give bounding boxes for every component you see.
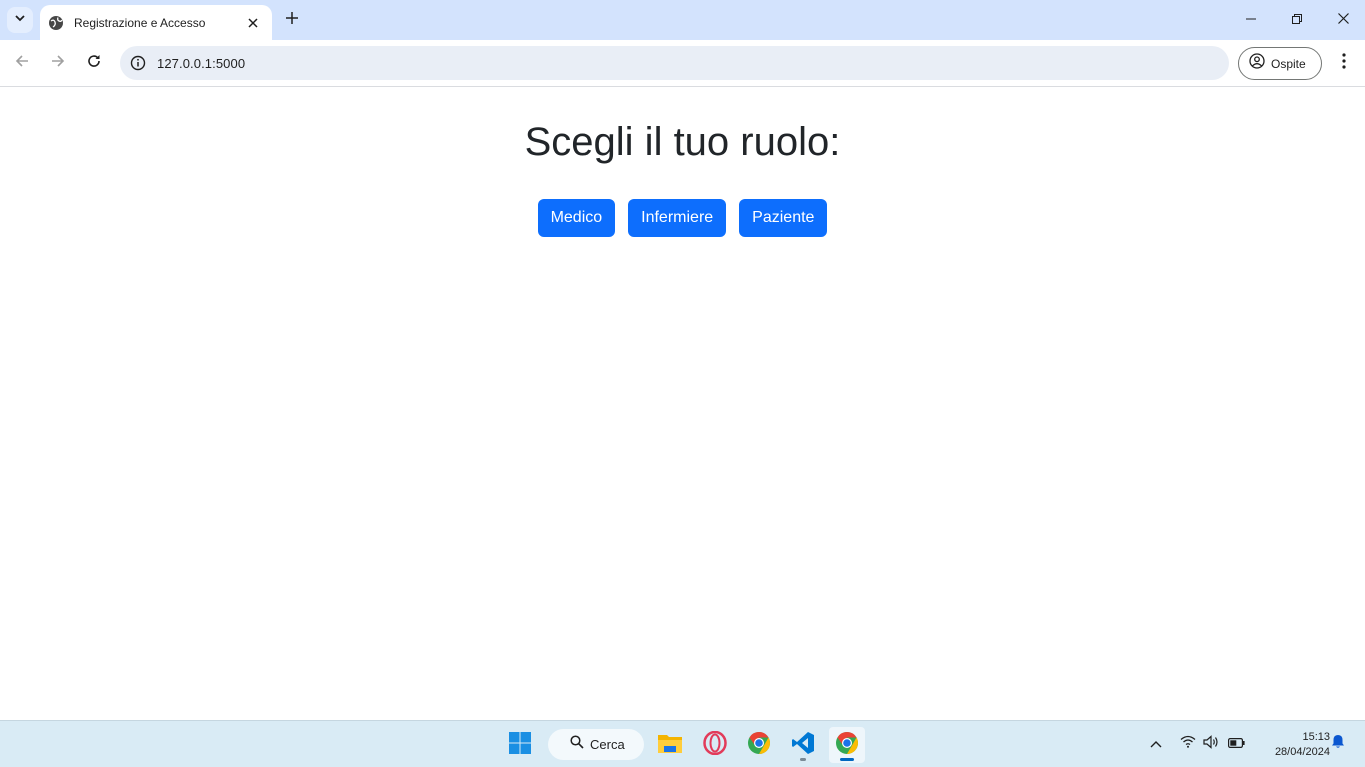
- profile-label: Ospite: [1271, 56, 1306, 71]
- search-icon: [570, 735, 584, 754]
- battery-icon: [1227, 735, 1245, 753]
- role-button-group: Medico Infermiere Paziente: [0, 199, 1365, 237]
- forward-arrow-icon: [51, 54, 65, 73]
- clock[interactable]: 15:13 28/04/2024: [1252, 730, 1330, 760]
- active-indicator: [840, 758, 854, 761]
- page-content: Scegli il tuo ruolo: Medico Infermiere P…: [0, 88, 1365, 720]
- start-button[interactable]: [502, 727, 538, 763]
- forward-button[interactable]: [45, 50, 71, 76]
- show-hidden-icons-button[interactable]: [1146, 734, 1166, 754]
- chrome-icon: [835, 731, 859, 760]
- tab-strip: Registrazione e Accesso: [0, 0, 1365, 40]
- new-tab-button[interactable]: [282, 10, 302, 30]
- wifi-button[interactable]: [1178, 734, 1198, 754]
- volume-button[interactable]: [1201, 734, 1221, 754]
- reload-button[interactable]: [81, 50, 107, 76]
- search-label: Cerca: [590, 737, 625, 752]
- close-tab-icon[interactable]: [244, 14, 262, 32]
- medico-button[interactable]: Medico: [537, 199, 616, 237]
- address-bar[interactable]: 127.0.0.1:5000: [120, 46, 1229, 80]
- reload-icon: [87, 54, 101, 73]
- globe-icon: [48, 15, 64, 31]
- page-title: Scegli il tuo ruolo:: [524, 120, 841, 164]
- windows-logo-icon: [508, 731, 532, 760]
- vscode-icon: [791, 731, 815, 760]
- infermiere-button[interactable]: Infermiere: [628, 199, 727, 237]
- running-indicator: [800, 758, 806, 761]
- browser-menu-button[interactable]: [1332, 51, 1356, 75]
- active-tab[interactable]: Registrazione e Accesso: [40, 5, 272, 40]
- site-info-icon[interactable]: [128, 53, 148, 73]
- wifi-icon: [1180, 735, 1196, 753]
- folder-icon: [657, 732, 683, 759]
- tab-search-button[interactable]: [7, 7, 33, 33]
- back-arrow-icon: [15, 54, 29, 73]
- url-text: 127.0.0.1:5000: [157, 55, 246, 71]
- bell-icon: [1331, 734, 1345, 754]
- more-vertical-icon: [1342, 52, 1346, 74]
- opera-button[interactable]: [697, 727, 733, 763]
- battery-button[interactable]: [1226, 734, 1246, 754]
- chrome-icon: [747, 731, 771, 760]
- clock-time: 15:13: [1302, 731, 1330, 743]
- clock-date: 28/04/2024: [1274, 746, 1330, 758]
- chrome-active-button[interactable]: [829, 727, 865, 763]
- plus-icon: [286, 11, 298, 29]
- chevron-down-icon: [14, 11, 26, 29]
- profile-icon: [1249, 53, 1265, 74]
- vscode-button[interactable]: [785, 727, 821, 763]
- chrome-button[interactable]: [741, 727, 777, 763]
- restore-button[interactable]: [1285, 8, 1309, 32]
- profile-button[interactable]: Ospite: [1238, 47, 1322, 80]
- back-button[interactable]: [9, 50, 35, 76]
- taskbar-search[interactable]: Cerca: [548, 729, 644, 760]
- notifications-button[interactable]: [1328, 734, 1348, 754]
- chevron-up-icon: [1150, 735, 1162, 753]
- restore-icon: [1292, 11, 1302, 29]
- browser-toolbar: 127.0.0.1:5000 Ospite: [0, 40, 1365, 87]
- close-icon: [1337, 11, 1349, 29]
- opera-icon: [703, 730, 727, 760]
- paziente-button[interactable]: Paziente: [739, 199, 828, 237]
- tab-title: Registrazione e Accesso: [74, 15, 206, 30]
- minimize-icon: [1246, 11, 1256, 29]
- close-window-button[interactable]: [1331, 8, 1355, 32]
- taskbar: Cerca 15:13 28/04/2024: [0, 720, 1365, 767]
- speaker-icon: [1202, 734, 1220, 754]
- minimize-button[interactable]: [1239, 8, 1263, 32]
- file-explorer-button[interactable]: [652, 727, 688, 763]
